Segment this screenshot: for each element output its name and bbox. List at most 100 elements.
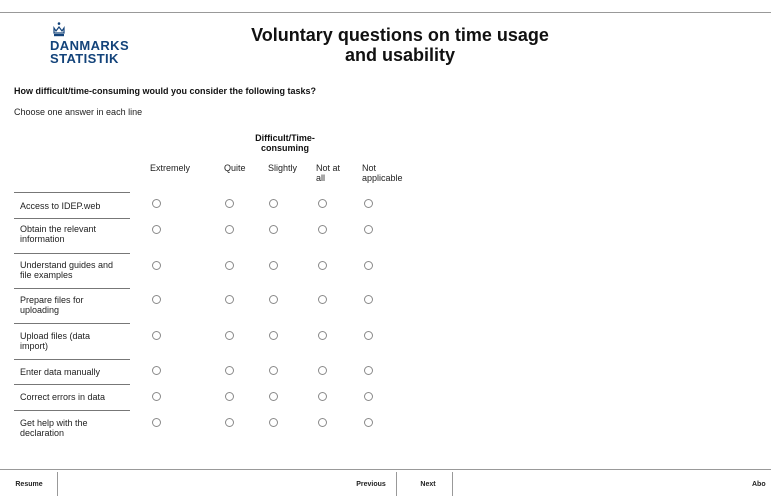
radio-quite[interactable] xyxy=(225,366,234,375)
row-separator xyxy=(14,218,130,219)
radio-extremely[interactable] xyxy=(152,261,161,270)
row-label-line1: Access to IDEP.web xyxy=(20,201,101,211)
page-title-line1: Voluntary questions on time usage xyxy=(251,25,549,45)
radio-not-at-all[interactable] xyxy=(318,225,327,234)
about-button[interactable]: Abo xyxy=(752,474,771,496)
radio-quite[interactable] xyxy=(225,261,234,270)
previous-button[interactable]: Previous xyxy=(350,474,392,496)
row-label-line1: Prepare files for xyxy=(20,295,84,305)
radio-extremely[interactable] xyxy=(152,392,161,401)
column-header-line1: Extremely xyxy=(150,163,191,173)
crown-icon xyxy=(52,22,66,38)
nav-divider xyxy=(452,472,453,496)
radio-not-at-all[interactable] xyxy=(318,261,327,270)
radio-quite[interactable] xyxy=(225,331,234,340)
radio-slightly[interactable] xyxy=(269,199,278,208)
row-separator xyxy=(14,359,130,360)
top-divider xyxy=(0,12,771,13)
row-separator xyxy=(14,288,130,289)
row-separator xyxy=(14,253,130,254)
radio-extremely[interactable] xyxy=(152,199,161,208)
row-label-line1: Upload files (data xyxy=(20,331,91,341)
row-label: Enter data manually xyxy=(20,367,128,377)
question-row-understand-guides: Understand guides and file examples xyxy=(14,253,130,287)
next-button[interactable]: Next xyxy=(412,474,444,496)
column-header-slightly: Slightly xyxy=(268,163,297,173)
column-header-line1: Not at xyxy=(316,163,341,173)
radio-not-at-all[interactable] xyxy=(318,366,327,375)
row-label: Get help with the declaration xyxy=(20,418,128,438)
radio-not-at-all[interactable] xyxy=(318,418,327,427)
radio-extremely[interactable] xyxy=(152,295,161,304)
radio-quite[interactable] xyxy=(225,418,234,427)
column-header-line1: Slightly xyxy=(268,163,298,173)
radio-slightly[interactable] xyxy=(269,418,278,427)
row-label: Correct errors in data xyxy=(20,392,128,402)
column-header-line1: Quite xyxy=(224,163,246,173)
logo-text-line2: STATISTIK xyxy=(50,51,119,66)
radio-not-at-all[interactable] xyxy=(318,392,327,401)
question-row-get-help: Get help with the declaration xyxy=(14,410,130,444)
radio-quite[interactable] xyxy=(225,392,234,401)
question-row-obtain-information: Obtain the relevant information xyxy=(14,218,130,252)
nav-divider xyxy=(57,472,58,496)
row-separator xyxy=(14,192,130,193)
radio-slightly[interactable] xyxy=(269,225,278,234)
column-header-not-at-all: Not at all xyxy=(316,163,340,183)
row-label: Prepare files for uploading xyxy=(20,295,128,315)
instruction-text: Choose one answer in each line xyxy=(14,107,143,117)
radio-not-at-all[interactable] xyxy=(318,199,327,208)
column-header-not-applicable: Not applicable xyxy=(362,163,403,183)
question-row-upload-files: Upload files (data import) xyxy=(14,323,130,357)
row-label-line1: Correct errors in data xyxy=(20,392,106,402)
radio-slightly[interactable] xyxy=(269,295,278,304)
radio-extremely[interactable] xyxy=(152,366,161,375)
column-group-header: Difficult/Time- consuming xyxy=(248,133,322,153)
radio-slightly[interactable] xyxy=(269,261,278,270)
radio-not-at-all[interactable] xyxy=(318,331,327,340)
radio-not-applicable[interactable] xyxy=(364,295,373,304)
row-label: Access to IDEP.web xyxy=(20,201,128,211)
row-separator xyxy=(14,384,130,385)
radio-extremely[interactable] xyxy=(152,418,161,427)
radio-not-applicable[interactable] xyxy=(364,418,373,427)
radio-quite[interactable] xyxy=(225,295,234,304)
radio-slightly[interactable] xyxy=(269,331,278,340)
radio-not-applicable[interactable] xyxy=(364,392,373,401)
row-label-line2: import) xyxy=(20,341,49,351)
row-label-line1: Obtain the relevant xyxy=(20,224,97,234)
radio-quite[interactable] xyxy=(225,225,234,234)
column-group-header-line1: Difficult/Time- xyxy=(255,133,315,143)
resume-button[interactable]: Resume xyxy=(8,474,50,496)
row-label-line2: uploading xyxy=(20,305,60,315)
column-group-header-line2: consuming xyxy=(260,143,309,153)
question-row-prepare-files: Prepare files for uploading xyxy=(14,288,130,322)
row-label: Understand guides and file examples xyxy=(20,260,128,280)
radio-not-applicable[interactable] xyxy=(364,261,373,270)
column-header-quite: Quite xyxy=(224,163,246,173)
column-header-extremely: Extremely xyxy=(150,163,190,173)
row-label-line1: Understand guides and xyxy=(20,260,114,270)
row-separator xyxy=(14,410,130,411)
radio-quite[interactable] xyxy=(225,199,234,208)
radio-not-applicable[interactable] xyxy=(364,225,373,234)
column-header-line2: all xyxy=(316,173,326,183)
danmarks-statistik-logo: DANMARKS STATISTIK xyxy=(47,22,137,68)
column-header-line2: applicable xyxy=(362,173,403,183)
radio-slightly[interactable] xyxy=(269,392,278,401)
page-title-line2: and usability xyxy=(344,45,456,65)
row-label: Upload files (data import) xyxy=(20,331,128,351)
page-title: Voluntary questions on time usage and us… xyxy=(230,25,570,65)
radio-not-applicable[interactable] xyxy=(364,366,373,375)
radio-not-applicable[interactable] xyxy=(364,331,373,340)
radio-extremely[interactable] xyxy=(152,331,161,340)
row-label-line2: declaration xyxy=(20,428,65,438)
radio-not-applicable[interactable] xyxy=(364,199,373,208)
radio-not-at-all[interactable] xyxy=(318,295,327,304)
nav-divider xyxy=(396,472,397,496)
radio-slightly[interactable] xyxy=(269,366,278,375)
radio-extremely[interactable] xyxy=(152,225,161,234)
row-label-line1: Get help with the xyxy=(20,418,88,428)
row-label-line1: Enter data manually xyxy=(20,367,101,377)
bottom-divider xyxy=(0,469,771,470)
